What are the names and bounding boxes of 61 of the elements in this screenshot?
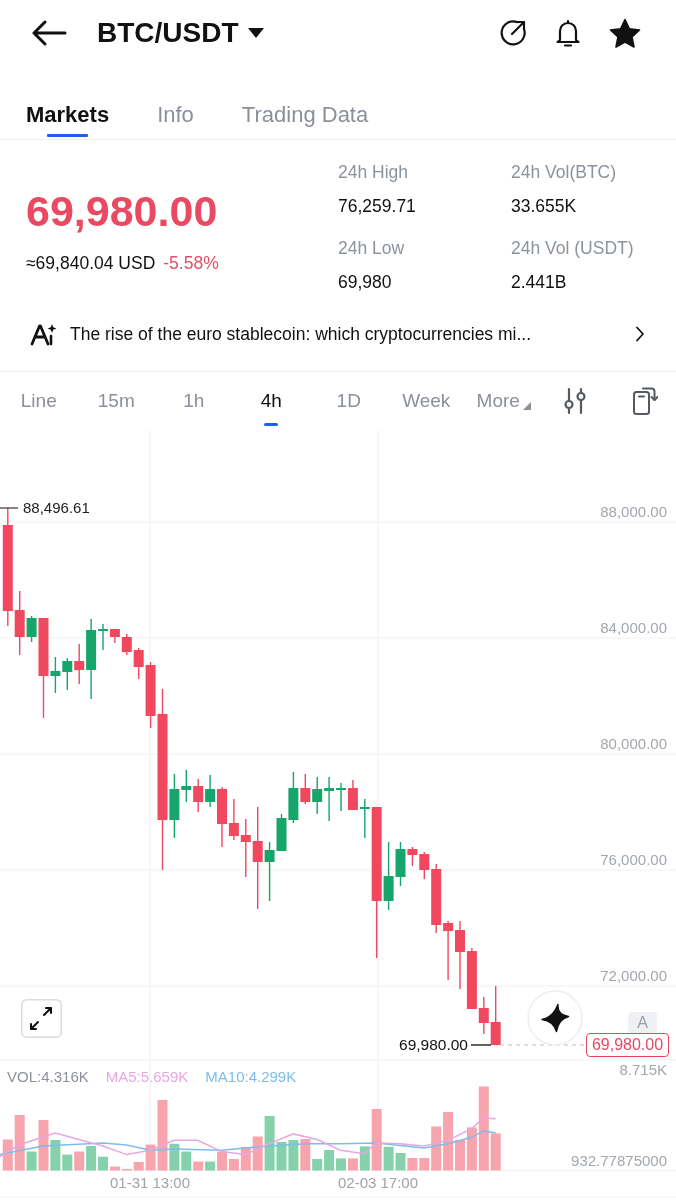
back-arrow-icon[interactable] xyxy=(31,20,67,46)
tab[interactable]: Info xyxy=(157,66,194,139)
last-price-label: 69,980.00 xyxy=(399,1036,468,1054)
volume-bar xyxy=(395,1153,406,1171)
chevron-right-icon[interactable] xyxy=(635,325,645,342)
price-axis-label: 88,000.00 xyxy=(600,503,667,521)
interval-tab[interactable]: 1D xyxy=(310,372,388,430)
last-price: 69,980.00 xyxy=(26,186,219,236)
circle-arrow-icon[interactable] xyxy=(499,19,527,47)
interval-tab[interactable]: 15m xyxy=(77,372,155,430)
candlestick xyxy=(312,776,323,815)
stat-label: 24h High xyxy=(338,161,410,184)
indicator-value: MA5:5.659K xyxy=(105,1068,189,1086)
candlestick xyxy=(62,657,73,691)
stat-value: 33.655K xyxy=(511,195,578,218)
stat-label: 24h Vol(BTC) xyxy=(511,161,618,184)
high-price-label: 88,496.61 xyxy=(23,499,90,517)
time-axis-label: 02-03 17:00 xyxy=(337,1174,419,1192)
price-axis-label: 76,000.00 xyxy=(600,851,667,869)
stat-label: 24h Low xyxy=(338,237,406,260)
price-axis-label: 84,000.00 xyxy=(600,619,667,637)
time-axis-label: 01-31 13:00 xyxy=(109,1174,191,1192)
sliders-icon[interactable] xyxy=(562,387,587,415)
volume-axis-label: 8.715K xyxy=(619,1061,667,1079)
pair-selector[interactable]: BTC/USDT xyxy=(97,16,264,50)
candlestick xyxy=(193,778,204,813)
interval-tab[interactable]: 4h xyxy=(232,372,310,430)
candlestick xyxy=(455,920,465,990)
price-axis-label: 72,000.00 xyxy=(600,967,667,985)
price-axis-label: 80,000.00 xyxy=(600,735,667,753)
bell-icon[interactable] xyxy=(554,19,582,47)
news-headline[interactable]: The rise of the euro stablecoin: which cryptocurrencies mi... xyxy=(70,321,532,346)
stat-value: 2.441B xyxy=(511,271,568,294)
caret-down-icon xyxy=(247,28,264,38)
price-change: -5.58% xyxy=(163,252,219,275)
indicator-value: MA10:4.299K xyxy=(205,1068,297,1086)
volume-bar xyxy=(407,1158,418,1171)
phone-rotate-icon[interactable] xyxy=(631,387,658,415)
more-dropdown[interactable]: More xyxy=(465,372,543,430)
stat-value: 69,980 xyxy=(338,271,393,294)
expand-icon[interactable] xyxy=(21,999,62,1038)
scale-mode-button[interactable]: A xyxy=(628,1012,657,1033)
candlestick xyxy=(443,920,454,981)
tab[interactable]: Trading Data xyxy=(241,66,369,139)
interval-tab[interactable]: 1h xyxy=(155,372,233,430)
stat-value: 76,259.71 xyxy=(338,195,417,218)
candlestick xyxy=(347,779,358,811)
last-price-tag: 69,980.00 xyxy=(586,1033,669,1057)
indicator-value: VOL:4.316K xyxy=(7,1068,89,1086)
tab[interactable]: Markets xyxy=(26,66,110,139)
fiat-price: ≈69,840.04 USD xyxy=(26,252,156,275)
corner-triangle-icon xyxy=(522,401,531,410)
star-icon[interactable] xyxy=(609,18,641,48)
stat-label: 24h Vol (USDT) xyxy=(511,237,635,260)
volume-axis-label: 932.77875000 xyxy=(571,1152,667,1170)
volume-bar xyxy=(288,1140,299,1171)
volume-bar xyxy=(74,1151,85,1171)
interval-tab[interactable]: Line xyxy=(0,372,78,430)
last-price-leader-line xyxy=(470,1044,492,1046)
high-price-leader-line xyxy=(0,507,19,509)
interval-tab[interactable]: Week xyxy=(387,372,465,430)
